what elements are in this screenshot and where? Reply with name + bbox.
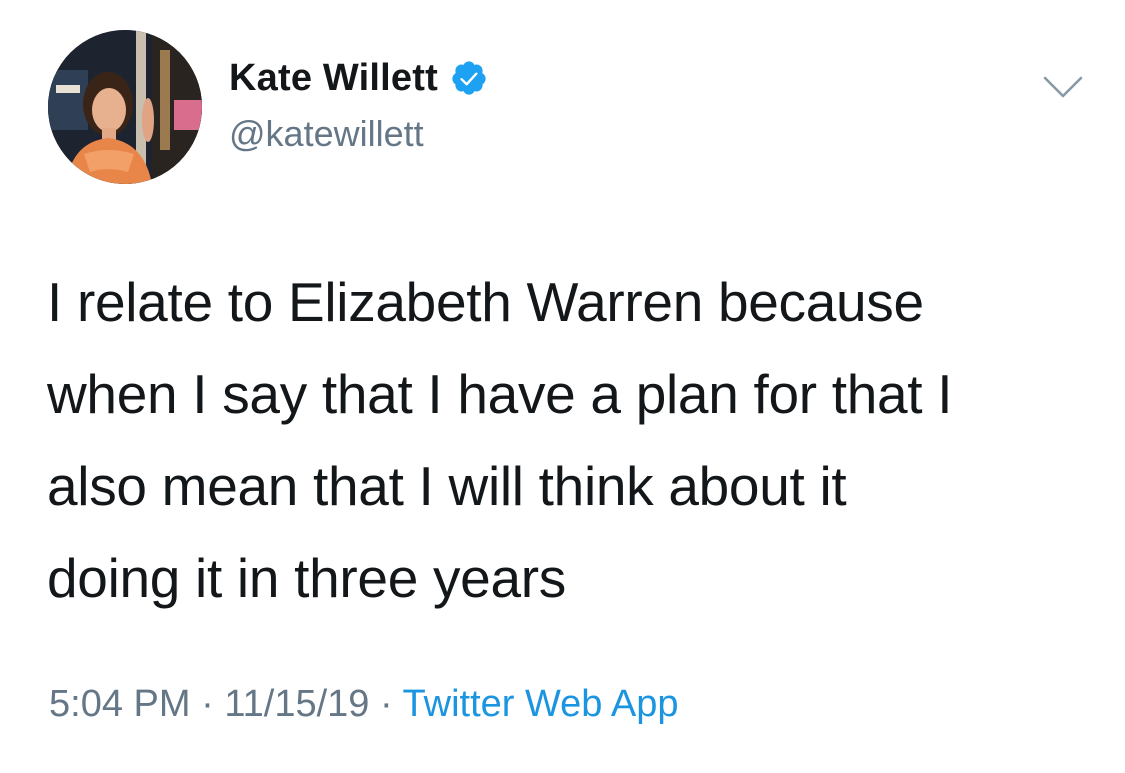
verified-badge-icon	[450, 59, 488, 97]
tweet-date[interactable]: 11/15/19	[224, 683, 369, 725]
avatar[interactable]	[48, 30, 202, 184]
author-name-row: Kate Willett	[229, 56, 488, 100]
tweet-text-line: doing it in three years	[47, 547, 566, 609]
tweet-time[interactable]: 5:04 PM	[49, 683, 191, 725]
tweet-text-line: also mean that I will think about it	[47, 455, 847, 517]
avatar-image	[48, 30, 202, 184]
tweet-text-line: when I say that I have a plan for that I	[47, 363, 953, 425]
tweet-text-line: I relate to Elizabeth Warren because	[47, 271, 924, 333]
meta-separator: ·	[379, 683, 393, 725]
meta-separator: ·	[201, 683, 214, 725]
display-name[interactable]: Kate Willett	[229, 57, 438, 100]
tweet-card: Kate Willett @katewillett I relate to El…	[0, 0, 1125, 773]
author-handle[interactable]: @katewillett	[229, 113, 424, 155]
tweet-source-link[interactable]: Twitter Web App	[403, 683, 679, 725]
chevron-down-icon[interactable]	[1042, 74, 1084, 100]
tweet-meta: 5:04 PM · 11/15/19 · Twitter Web App	[49, 683, 679, 726]
tweet-text: I relate to Elizabeth Warren because whe…	[47, 256, 1087, 624]
